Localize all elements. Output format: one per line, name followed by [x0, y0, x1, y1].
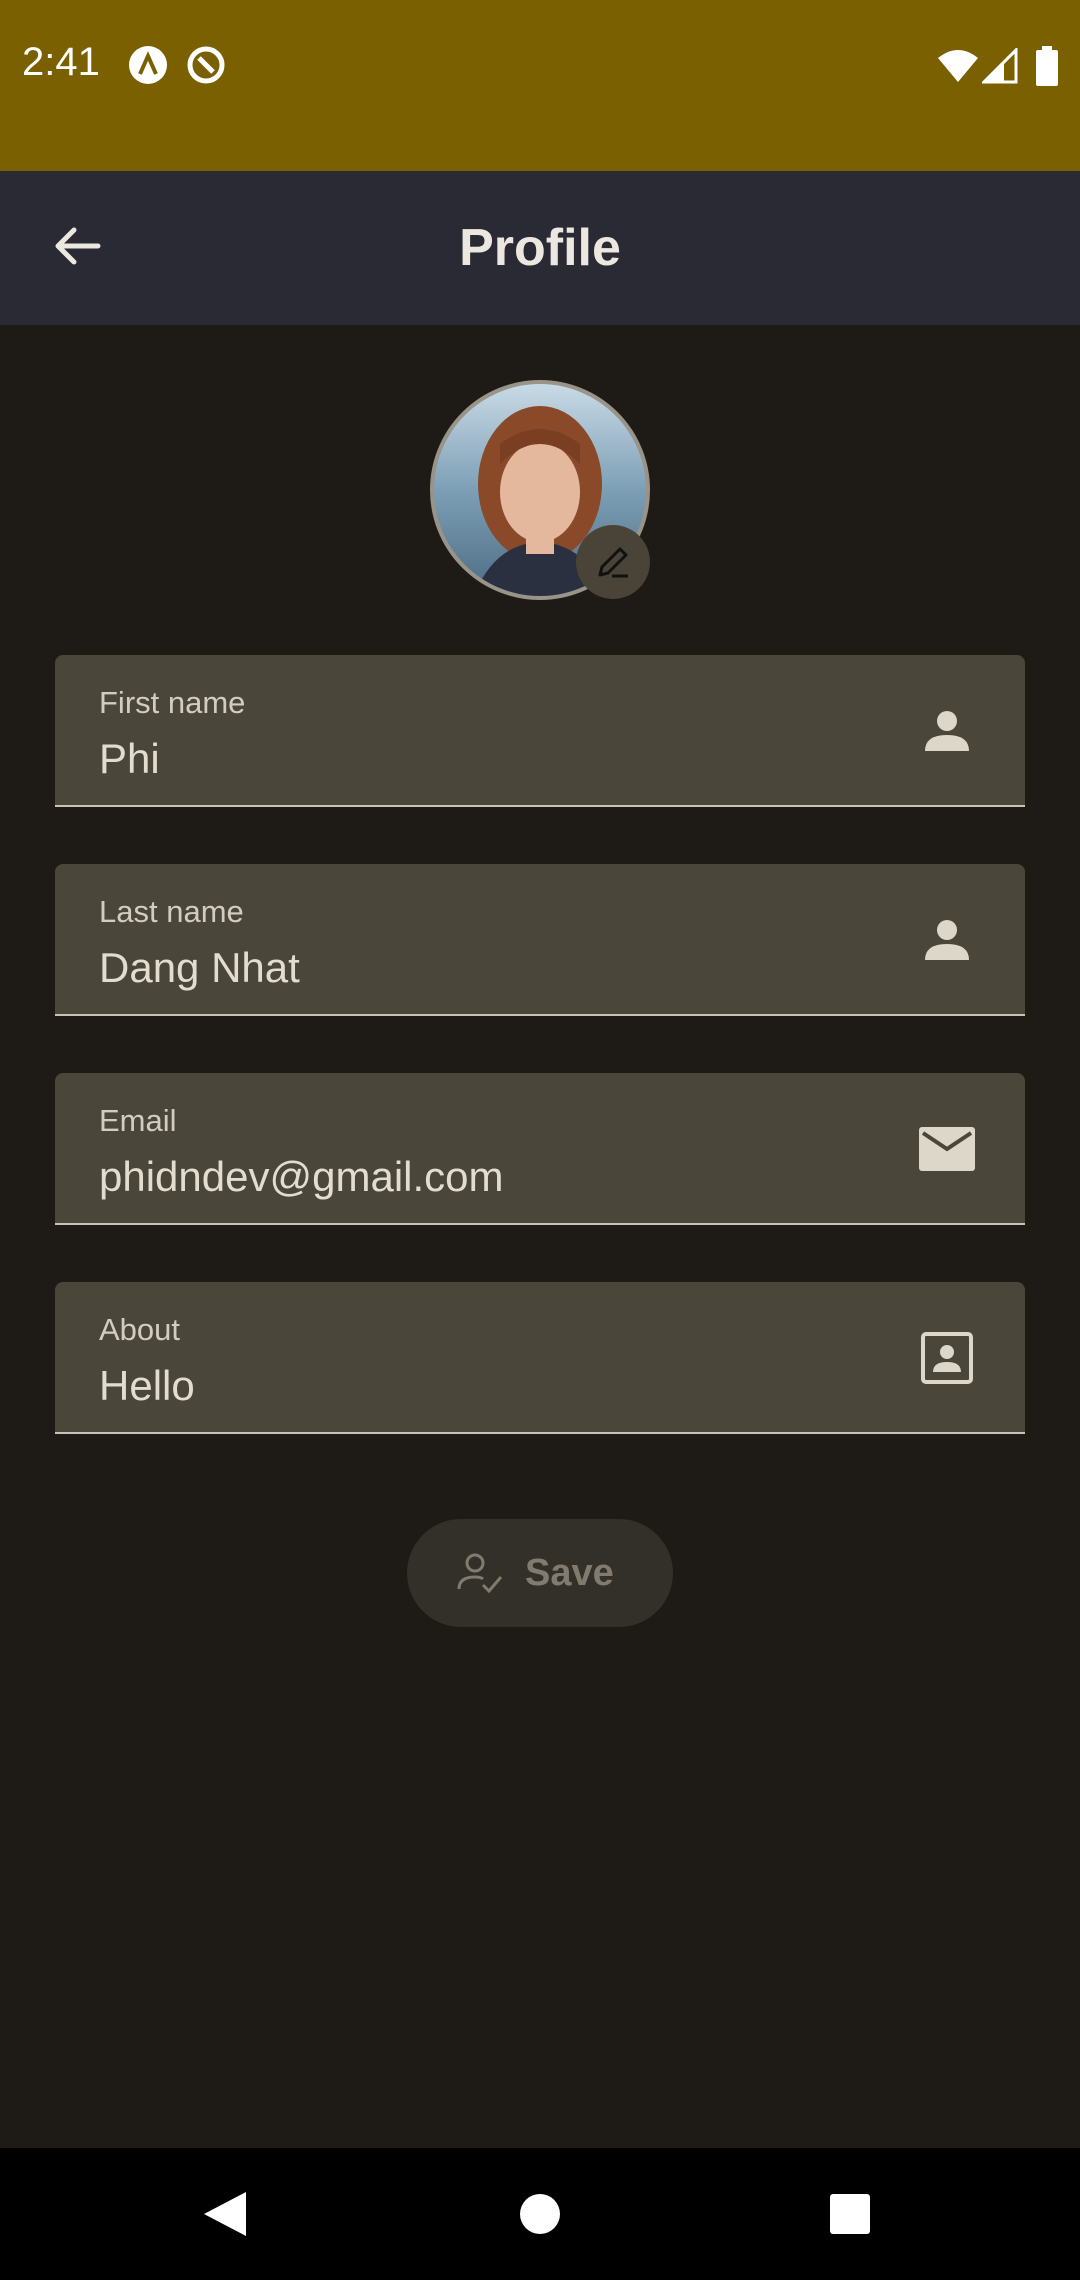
about-label: About [99, 1312, 181, 1347]
status-bar: 2:41 [0, 0, 1080, 171]
first-name-label: First name [99, 685, 246, 720]
signal-icon [980, 46, 1018, 89]
last-name-label: Last name [99, 894, 244, 929]
wifi-icon [936, 48, 980, 89]
save-button-label: Save [525, 1552, 614, 1594]
contact-card-icon [919, 1330, 975, 1386]
arrow-back-icon [55, 227, 101, 265]
first-name-field[interactable]: First name Phi [55, 655, 1025, 807]
person-check-icon [457, 1549, 505, 1597]
last-name-field[interactable]: Last name Dang Nhat [55, 864, 1025, 1016]
email-label: Email [99, 1103, 177, 1138]
about-field[interactable]: About Hello [55, 1282, 1025, 1434]
first-name-input[interactable]: Phi [99, 735, 160, 783]
app-notification-icon-b [186, 45, 226, 90]
save-button[interactable]: Save [407, 1519, 673, 1627]
profile-avatar-section [430, 380, 650, 600]
app-bar: Profile [0, 171, 1080, 325]
mail-icon [919, 1121, 975, 1177]
edit-avatar-button[interactable] [576, 525, 650, 599]
status-time: 2:41 [22, 40, 100, 84]
about-input[interactable]: Hello [99, 1362, 195, 1410]
email-input[interactable]: phidndev@gmail.com [99, 1153, 504, 1201]
system-nav-bar [0, 2148, 1080, 2280]
person-icon [919, 703, 975, 759]
email-field[interactable]: Email phidndev@gmail.com [55, 1073, 1025, 1225]
back-button[interactable] [46, 214, 110, 278]
edit-pencil-icon [598, 547, 628, 578]
back-triangle-icon[interactable] [202, 2190, 248, 2243]
recents-square-icon[interactable] [830, 2194, 870, 2239]
home-circle-icon[interactable] [518, 2192, 562, 2241]
person-icon [919, 912, 975, 968]
app-notification-icon-a [128, 45, 168, 90]
battery-icon [1036, 46, 1058, 91]
page-title: Profile [459, 219, 621, 277]
last-name-input[interactable]: Dang Nhat [99, 944, 300, 992]
